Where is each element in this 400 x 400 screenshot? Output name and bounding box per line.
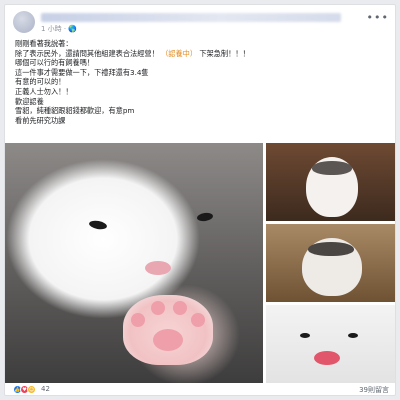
post-line: 除了表示民外，還請問其他組建表合法經營！ （認養中） 下架急制！！！ bbox=[15, 49, 385, 59]
post-line: 有意的可以的！ bbox=[15, 77, 66, 87]
post-highlight-suffix: 下架急制！！！ bbox=[199, 48, 250, 58]
post-line: 雪貂，純種貂跟貂錢都歡迎，有意pm bbox=[15, 106, 135, 116]
post-line: 剛剛看著我說著： bbox=[15, 39, 73, 48]
paw-pad bbox=[131, 313, 145, 327]
post-line: 哪個可以行的有飼養嗎！ bbox=[15, 58, 95, 68]
ferret-eye-right bbox=[196, 211, 214, 223]
comment-count[interactable]: 39則留言 bbox=[359, 385, 389, 395]
side-photo-3[interactable] bbox=[266, 305, 395, 383]
ferret-eye-left bbox=[88, 219, 108, 231]
post-line-text: 除了表示民外，還請問其他組建表合法經營！ bbox=[15, 48, 159, 58]
ferret-kit-mask bbox=[312, 161, 352, 175]
main-photo-white-ferret[interactable] bbox=[5, 143, 263, 383]
post-header: 1 小時 · 🌎 ••• bbox=[11, 9, 391, 35]
post-line: 歡迎認養 bbox=[15, 96, 44, 106]
photo-grid bbox=[5, 143, 395, 383]
facebook-post-card: 1 小時 · 🌎 ••• 剛剛看著我說著： 除了表示民外，還請問其他組建表合法經… bbox=[4, 4, 396, 396]
post-line: 正義人士勿入！！ bbox=[15, 86, 73, 96]
post-footer: 👍 ♥ ☺ 42 39則留言 bbox=[11, 385, 391, 395]
side-photo-2[interactable] bbox=[266, 224, 395, 302]
ferret-paw bbox=[123, 295, 213, 365]
ferret-mouth bbox=[314, 351, 340, 365]
avatar[interactable] bbox=[13, 11, 35, 33]
paw-pad bbox=[151, 301, 165, 315]
post-line: 看前先研究功課 bbox=[15, 115, 66, 125]
reaction-count[interactable]: 42 bbox=[41, 385, 50, 393]
post-line: 這一件事才需要做一下，下禮拜還有3.4隻 bbox=[15, 67, 149, 77]
paw-pad bbox=[173, 301, 187, 315]
paw-pad bbox=[153, 329, 183, 351]
ferret-eye-right bbox=[348, 333, 358, 338]
post-timestamp[interactable]: 1 小時 · 🌎 bbox=[41, 24, 77, 34]
ferret-kit-mask bbox=[308, 242, 354, 256]
post-body-text: 剛剛看著我說著： 除了表示民外，還請問其他組建表合法經營！ （認養中） 下架急制… bbox=[15, 39, 385, 125]
ferret-eye-left bbox=[300, 333, 310, 338]
side-photo-1[interactable] bbox=[266, 143, 395, 221]
reaction-icons[interactable]: 👍 ♥ ☺ bbox=[13, 385, 36, 394]
post-highlight-text: （認養中） bbox=[161, 48, 198, 58]
ferret-nose bbox=[145, 261, 171, 275]
paw-pad bbox=[191, 313, 205, 327]
haha-icon: ☺ bbox=[27, 385, 36, 394]
more-options-icon[interactable]: ••• bbox=[367, 11, 389, 24]
author-name-blurred[interactable] bbox=[41, 13, 341, 22]
